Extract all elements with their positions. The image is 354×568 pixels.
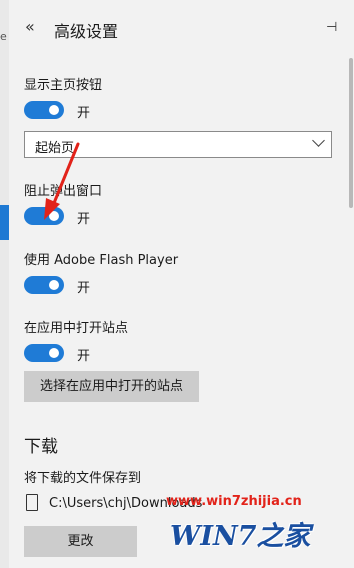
toggle-knob — [49, 348, 59, 358]
toggle-knob — [49, 105, 59, 115]
home-page-select-value: 起始页 — [35, 141, 75, 156]
download-path: C:\Users\chj\Downloads — [49, 496, 203, 511]
open-in-app-toggle-state: 开 — [77, 349, 91, 364]
flash-toggle[interactable] — [24, 276, 64, 294]
chevron-down-icon — [312, 134, 325, 147]
scrollbar[interactable] — [349, 58, 353, 208]
choose-sites-button[interactable]: 选择在应用中打开的站点 — [24, 371, 199, 402]
left-edge-mark: e — [0, 30, 7, 43]
open-in-app-toggle[interactable] — [24, 344, 64, 362]
page-title: 高级设置 — [54, 22, 119, 41]
home-page-select[interactable]: 起始页 — [24, 131, 332, 158]
pin-icon[interactable]: ⊣ — [326, 20, 337, 35]
download-location-label: 将下载的文件保存到 — [24, 471, 142, 486]
file-icon — [26, 494, 38, 511]
home-button-toggle[interactable] — [24, 101, 64, 119]
downloads-section-title: 下载 — [24, 437, 58, 457]
change-button[interactable]: 更改 — [24, 526, 137, 557]
open-in-app-label: 在应用中打开站点 — [24, 321, 129, 336]
popup-block-toggle-state: 开 — [77, 212, 91, 227]
home-button-label: 显示主页按钮 — [24, 78, 103, 93]
flash-toggle-state: 开 — [77, 281, 91, 296]
panel-header: « 高级设置 ⊣ — [9, 0, 354, 58]
left-strip — [0, 0, 9, 568]
toggle-knob — [49, 211, 59, 221]
home-button-toggle-state: 开 — [77, 106, 91, 121]
back-icon[interactable]: « — [25, 17, 35, 36]
left-accent — [0, 205, 9, 240]
flash-label: 使用 Adobe Flash Player — [24, 253, 179, 268]
popup-block-toggle[interactable] — [24, 207, 64, 225]
advanced-settings-panel: « 高级设置 ⊣ 显示主页按钮 开 起始页 阻止弹出窗口 开 使用 Adobe … — [9, 0, 354, 568]
popup-block-label: 阻止弹出窗口 — [24, 184, 103, 199]
toggle-knob — [49, 280, 59, 290]
